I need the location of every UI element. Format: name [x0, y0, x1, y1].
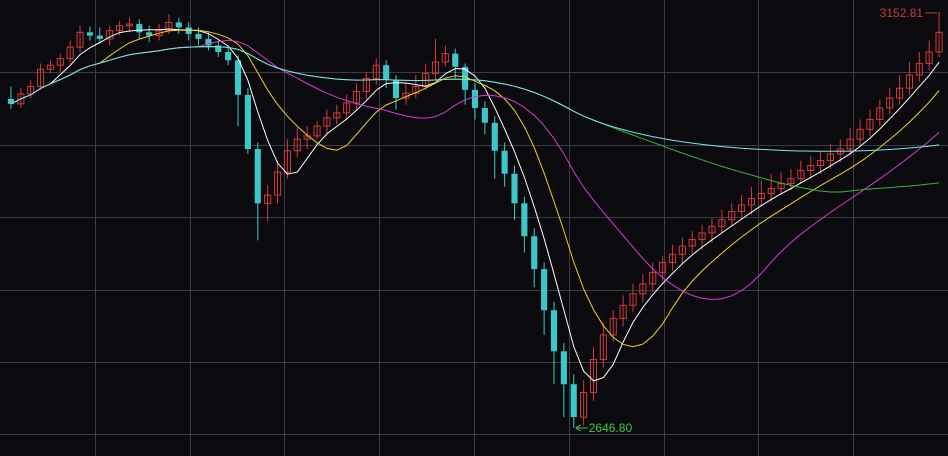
candle-body [491, 122, 498, 151]
candle-body [560, 351, 567, 385]
candle-body [501, 150, 508, 174]
candle-body [96, 35, 103, 39]
candle-body [195, 33, 202, 39]
candle-body [511, 173, 518, 204]
candles-layer [7, 11, 943, 428]
candle-body [452, 53, 459, 67]
candle-body [175, 22, 182, 28]
candle-body [86, 32, 93, 36]
candle-body [244, 94, 251, 150]
candle-body [541, 269, 548, 311]
candle-body [481, 107, 488, 123]
chart-root: 3152.81 2646.80 [0, 0, 948, 456]
candle-body [136, 24, 143, 33]
candle-body [471, 89, 479, 108]
candle-body [570, 384, 577, 418]
candle-body [254, 149, 261, 204]
annotations-layer: 3152.81 2646.80 [575, 6, 938, 435]
high-price-label: 3152.81 [880, 6, 924, 20]
candle-body [225, 52, 232, 61]
candlestick-chart: 3152.81 2646.80 [0, 0, 948, 456]
candle-body [383, 65, 390, 80]
candle-body [550, 310, 558, 352]
chart-grid [0, 0, 948, 456]
low-price-label: 2646.80 [589, 421, 633, 435]
candle-body [531, 236, 538, 270]
candle-body [521, 203, 528, 237]
candle-body [234, 60, 242, 95]
